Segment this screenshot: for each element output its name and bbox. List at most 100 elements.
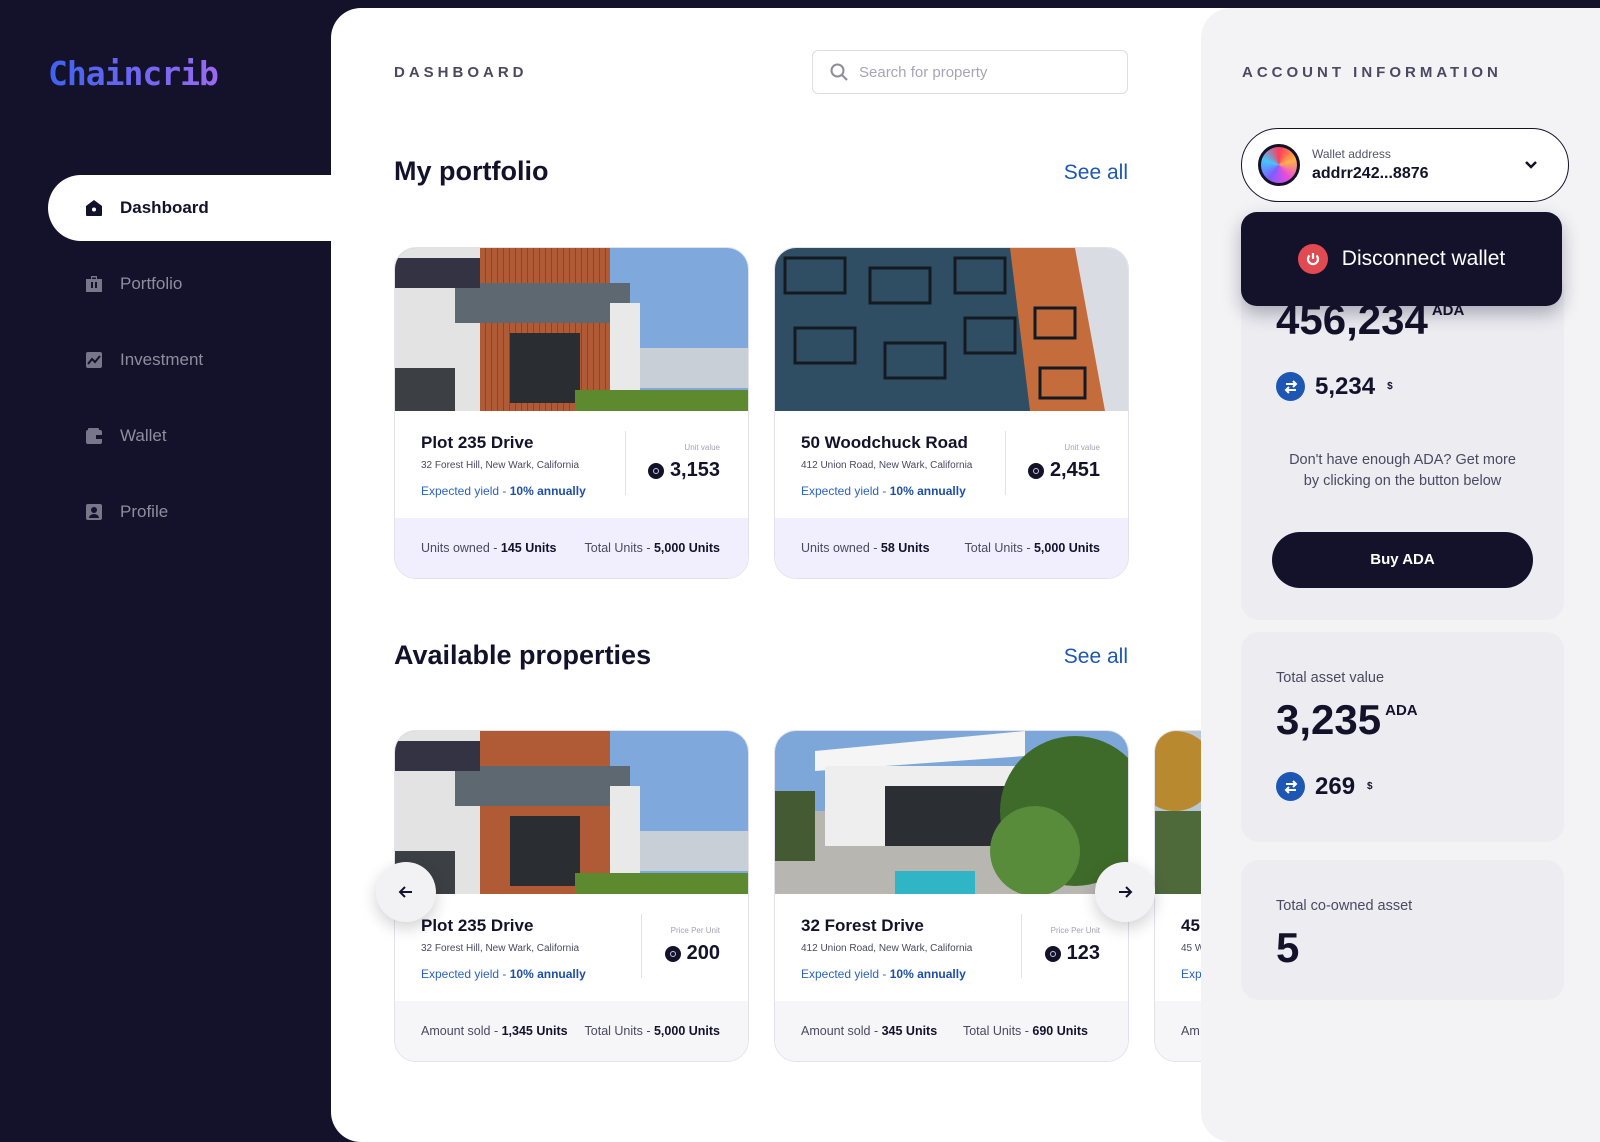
expected-yield: Expected yield - 10% annually	[801, 967, 966, 981]
sidebar-item-label: Dashboard	[120, 198, 209, 217]
chevron-down-icon	[1525, 161, 1537, 169]
price-per-unit-label: Price Per Unit	[1050, 926, 1100, 935]
co-owned-label: Total co-owned asset	[1276, 898, 1413, 914]
ada-coin-icon	[664, 945, 681, 962]
sidebar-item-label: Investment	[120, 350, 204, 369]
unit-value-label: Unit value	[1064, 443, 1100, 452]
sidebar-item-dashboard[interactable]: Dashboard	[48, 175, 331, 241]
ada-coin-icon	[1027, 462, 1044, 479]
expected-yield: Exp	[1181, 967, 1202, 981]
co-owned-value: 5	[1276, 924, 1300, 971]
units-owned: Units owned - 58 Units	[801, 541, 930, 555]
property-image	[395, 248, 748, 411]
total-asset-card: Total asset value 3,235 ADA 269 $	[1241, 632, 1564, 842]
sidebar-item-label: Profile	[120, 502, 169, 521]
sidebar-item-wallet[interactable]: Wallet	[48, 403, 331, 469]
account-panel: ACCOUNT INFORMATION 456,234 ADA 5,234 $ Do…	[1201, 8, 1600, 1142]
exchange-icon	[1276, 372, 1305, 401]
property-name: 45	[1181, 916, 1200, 935]
disconnect-wallet-button[interactable]: Disconnect wallet	[1241, 212, 1562, 306]
portfolio-see-all-link[interactable]: See all	[981, 161, 1128, 185]
divider	[1005, 431, 1006, 495]
total-units: Total Units - 5,000 Units	[584, 1024, 720, 1038]
total-units: Total Units - 690 Units	[962, 1024, 1088, 1038]
unit-value: 2,451	[1027, 459, 1100, 482]
amount-sold: Amount sold - 345 Units	[801, 1024, 938, 1038]
sidebar-item-label: Wallet	[120, 426, 167, 445]
sidebar-item-portfolio[interactable]: Portfolio	[48, 251, 331, 317]
card-footer: Units owned - 58 Units Total Units - 5,0…	[775, 518, 1128, 578]
profile-icon	[86, 504, 102, 520]
sidebar-nav: Dashboard Portfolio Investment Wallet Pr…	[48, 175, 331, 555]
amount-sold: Amount sold - 1,345 Units	[421, 1024, 568, 1038]
property-card[interactable]: Plot 235 Drive 32 Forest Hill, New Wark,…	[394, 247, 749, 579]
price-per-unit: 200	[664, 942, 720, 965]
brand-logo[interactable]: Chaincrib	[48, 54, 219, 93]
property-name: 50 Woodchuck Road	[801, 433, 968, 452]
unit-value: 3,153	[647, 459, 720, 482]
property-image	[775, 731, 1128, 894]
portfolio-heading: My portfolio	[394, 156, 549, 186]
divider	[625, 431, 626, 495]
total-asset-label: Total asset value	[1276, 670, 1385, 686]
card-footer: Amount sold - 1,345 Units Total Units - …	[395, 1001, 748, 1061]
search-icon	[830, 63, 848, 81]
property-address: 412 Union Road, New Wark, California	[801, 460, 973, 471]
buy-ada-button[interactable]: Buy ADA	[1272, 532, 1533, 588]
expected-yield: Expected yield - 10% annually	[801, 484, 966, 498]
property-name: Plot 235 Drive	[421, 433, 534, 452]
property-address: 32 Forest Hill, New Wark, California	[421, 943, 580, 954]
carousel-next-button[interactable]	[1095, 862, 1155, 922]
units-owned: Units owned - 145 Units	[421, 541, 557, 555]
arrow-left-icon	[398, 886, 412, 898]
divider	[1021, 914, 1022, 978]
co-owned-card: Total co-owned asset 5	[1241, 860, 1564, 1000]
wallet-icon	[86, 428, 102, 444]
total-units: Total Units - 5,000 Units	[584, 541, 720, 555]
unit-value-label: Unit value	[684, 443, 720, 452]
property-name: Plot 235 Drive	[421, 916, 534, 935]
balance-card: 456,234 ADA 5,234 $ Don't have enough ADA?…	[1241, 270, 1564, 620]
power-icon	[1297, 244, 1328, 274]
briefcase-icon	[86, 276, 102, 292]
available-heading: Available properties	[394, 640, 652, 670]
property-image	[775, 248, 1128, 411]
exchange-icon	[1276, 772, 1305, 801]
usd-balance: 5,234 $	[1276, 372, 1393, 401]
page-title: DASHBOARD	[394, 64, 528, 81]
sidebar-item-profile[interactable]: Profile	[48, 479, 331, 545]
wallet-address-dropdown[interactable]: Wallet address addrr242...8876	[1241, 128, 1569, 202]
property-card[interactable]: 32 Forest Drive 412 Union Road, New Wark…	[774, 730, 1129, 1062]
property-address: 412 Union Road, New Wark, California	[801, 943, 973, 954]
card-footer: Units owned - 145 Units Total Units - 5,…	[395, 518, 748, 578]
sidebar-item-label: Portfolio	[120, 274, 183, 293]
arrow-right-icon	[1119, 886, 1133, 898]
search-input[interactable]	[859, 63, 1109, 81]
expected-yield: Expected yield - 10% annually	[421, 967, 586, 981]
available-see-all-link[interactable]: See all	[981, 645, 1128, 669]
search-bar[interactable]	[812, 50, 1128, 94]
divider	[641, 914, 642, 978]
ada-coin-icon	[1044, 945, 1061, 962]
property-name: 32 Forest Drive	[801, 916, 924, 935]
wallet-address-label: Wallet address	[1312, 147, 1391, 161]
property-card[interactable]: 50 Woodchuck Road 412 Union Road, New Wa…	[774, 247, 1129, 579]
total-asset-usd: 269 $	[1276, 772, 1373, 801]
wallet-avatar	[1258, 144, 1300, 186]
card-footer: Amount sold - 345 Units Total Units - 69…	[775, 1001, 1128, 1061]
property-card[interactable]: Plot 235 Drive 32 Forest Hill, New Wark,…	[394, 730, 749, 1062]
disconnect-label: Disconnect wallet	[1341, 247, 1506, 270]
ada-coin-icon	[647, 462, 664, 479]
wallet-address: addrr242...8876	[1312, 165, 1429, 182]
expected-yield: Expected yield - 10% annually	[421, 484, 586, 498]
buy-ada-note: Don't have enough ADA? Get more by click…	[1289, 452, 1516, 489]
total-units: Total Units - 5,000 Units	[964, 541, 1100, 555]
carousel-prev-button[interactable]	[376, 862, 436, 922]
sidebar-item-investment[interactable]: Investment	[48, 327, 331, 393]
price-per-unit-label: Price Per Unit	[670, 926, 720, 935]
total-asset-value: 3,235 ADA	[1276, 696, 1418, 743]
home-icon	[86, 200, 102, 216]
price-per-unit: 123	[1044, 942, 1100, 965]
amount-sold: Am	[1181, 1024, 1200, 1038]
account-title: ACCOUNT INFORMATION	[1242, 64, 1502, 81]
